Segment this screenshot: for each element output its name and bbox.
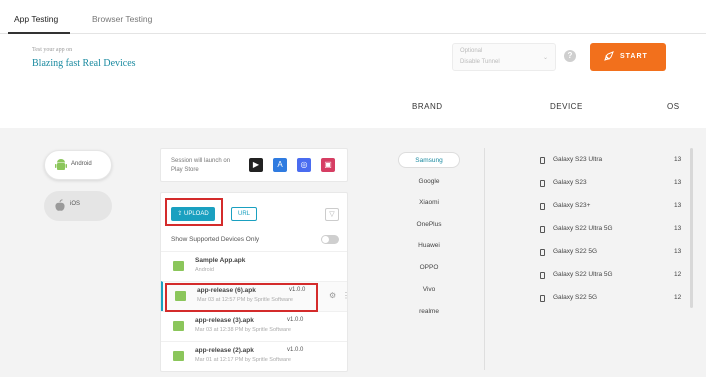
- header-title: Blazing fast Real Devices: [32, 58, 136, 69]
- phone-icon: [540, 272, 545, 279]
- top-tabbar: App Testing Browser Testing: [0, 10, 706, 34]
- store-launch-text: Session will launch on Play Store: [171, 158, 231, 173]
- apk-icon: [173, 351, 184, 361]
- device-name: Galaxy S23+: [553, 202, 591, 209]
- play-store-icon[interactable]: ▶: [249, 158, 263, 172]
- start-button[interactable]: START: [590, 43, 666, 71]
- device-os: 13: [674, 202, 682, 209]
- column-divider: [484, 148, 485, 370]
- app-meta: Mar 03 at 12:38 PM by Spritle Software: [195, 327, 291, 333]
- brand-item-oppo[interactable]: OPPO: [398, 260, 460, 276]
- app-version: v1.0.0: [287, 347, 304, 353]
- store-launch-card: Session will launch on Play Store ▶ A ◎ …: [160, 148, 348, 182]
- phone-icon: [540, 249, 545, 256]
- app-list-item-selected[interactable]: app-release (6).apk Mar 03 at 12:57 PM b…: [161, 281, 347, 311]
- device-name: Galaxy S22 Ultra 5G: [553, 225, 613, 232]
- device-os: 13: [674, 225, 682, 232]
- app-icon[interactable]: ▣: [321, 158, 335, 172]
- phone-icon: [540, 203, 545, 210]
- header-subtitle: Test your app on: [32, 47, 73, 53]
- apple-icon: [54, 199, 66, 212]
- device-row[interactable]: Galaxy S23 Ultra 13: [540, 151, 690, 171]
- device-name: Galaxy S22 5G: [553, 248, 598, 255]
- device-os: 13: [674, 156, 682, 163]
- device-os: 13: [674, 248, 682, 255]
- device-os: 12: [674, 294, 682, 301]
- rocket-icon: [604, 51, 614, 63]
- os-option-label: iOS: [70, 201, 81, 207]
- app-upload-card: ⇪ UPLOAD URL ▽ Show Supported Devices On…: [160, 192, 348, 372]
- device-name: Galaxy S22 5G: [553, 294, 598, 301]
- apk-icon: [173, 321, 184, 331]
- brand-item-huawei[interactable]: Huawei: [398, 238, 460, 254]
- device-name: Galaxy S22 Ultra 5G: [553, 271, 613, 278]
- device-os: 13: [674, 179, 682, 186]
- tunnel-value: Disable Tunnel: [460, 59, 500, 65]
- more-options-icon[interactable]: ⋮: [342, 291, 347, 300]
- phone-icon: [540, 157, 545, 164]
- app-list-item[interactable]: app-release (2).apk Mar 01 at 12:17 PM b…: [161, 341, 347, 371]
- app-version: v1.0.0: [289, 287, 306, 293]
- column-header-device: DEVICE: [550, 102, 583, 111]
- brand-item-samsung[interactable]: Samsung: [398, 152, 460, 168]
- brand-item-realme[interactable]: realme: [398, 304, 460, 320]
- app-name: app-release (6).apk: [197, 287, 256, 294]
- upload-label: UPLOAD: [184, 211, 209, 217]
- tunnel-select[interactable]: Optional Disable Tunnel ⌄: [452, 43, 556, 71]
- tab-app-testing[interactable]: App Testing: [14, 14, 58, 24]
- gear-icon[interactable]: ⚙: [329, 291, 336, 300]
- column-header-os: OS: [667, 102, 680, 111]
- device-row[interactable]: Galaxy S22 Ultra 5G 12: [540, 266, 690, 286]
- phone-icon: [540, 226, 545, 233]
- device-os: 12: [674, 271, 682, 278]
- brand-item-oneplus[interactable]: OnePlus: [398, 217, 460, 233]
- phone-icon: [540, 295, 545, 302]
- show-supported-toggle[interactable]: [321, 235, 339, 244]
- brand-item-vivo[interactable]: Vivo: [398, 282, 460, 298]
- session-header: Test your app on Blazing fast Real Devic…: [0, 35, 706, 128]
- column-header-brand: BRAND: [412, 102, 443, 111]
- upload-icon: ⇪: [177, 211, 183, 217]
- device-name: Galaxy S23: [553, 179, 587, 186]
- tab-browser-testing[interactable]: Browser Testing: [92, 14, 152, 24]
- brand-item-google[interactable]: Google: [398, 174, 460, 190]
- show-supported-label: Show Supported Devices Only: [171, 236, 260, 243]
- browser-icon[interactable]: ◎: [297, 158, 311, 172]
- android-icon: [55, 159, 67, 172]
- device-row[interactable]: Galaxy S23+ 13: [540, 197, 690, 217]
- app-meta: Mar 03 at 12:57 PM by Spritle Software: [197, 297, 293, 303]
- app-list-item[interactable]: app-release (3).apk Mar 03 at 12:38 PM b…: [161, 311, 347, 341]
- os-option-label: Android: [71, 161, 92, 167]
- device-selection-panel: Android iOS Session will launch on Play …: [0, 128, 706, 377]
- device-row[interactable]: Galaxy S22 5G 12: [540, 289, 690, 309]
- device-row[interactable]: Galaxy S22 Ultra 5G 13: [540, 220, 690, 240]
- filter-icon[interactable]: ▽: [325, 208, 339, 221]
- app-meta: Android: [195, 267, 214, 273]
- start-label: START: [620, 53, 648, 60]
- url-button[interactable]: URL: [231, 207, 257, 221]
- device-row[interactable]: Galaxy S23 13: [540, 174, 690, 194]
- active-tab-indicator: [8, 32, 70, 34]
- app-store-icon[interactable]: A: [273, 158, 287, 172]
- app-name: app-release (3).apk: [195, 317, 254, 324]
- device-row[interactable]: Galaxy S22 5G 13: [540, 243, 690, 263]
- app-name: app-release (2).apk: [195, 347, 254, 354]
- app-name: Sample App.apk: [195, 257, 246, 264]
- device-list-scrollbar[interactable]: [690, 148, 693, 308]
- phone-icon: [540, 180, 545, 187]
- app-list-item[interactable]: Sample App.apk Android: [161, 251, 347, 281]
- upload-button[interactable]: ⇪ UPLOAD: [171, 207, 215, 221]
- chevron-down-icon: ⌄: [542, 55, 548, 61]
- tunnel-label: Optional: [460, 48, 483, 54]
- brand-item-xiaomi[interactable]: Xiaomi: [398, 195, 460, 211]
- app-meta: Mar 01 at 12:17 PM by Spritle Software: [195, 357, 291, 363]
- apk-icon: [175, 291, 186, 301]
- app-version: v1.0.0: [287, 317, 304, 323]
- os-option-android[interactable]: Android: [44, 150, 112, 180]
- apk-icon: [173, 261, 184, 271]
- help-icon[interactable]: ?: [564, 50, 576, 62]
- device-name: Galaxy S23 Ultra: [553, 156, 603, 163]
- os-option-ios[interactable]: iOS: [44, 191, 112, 221]
